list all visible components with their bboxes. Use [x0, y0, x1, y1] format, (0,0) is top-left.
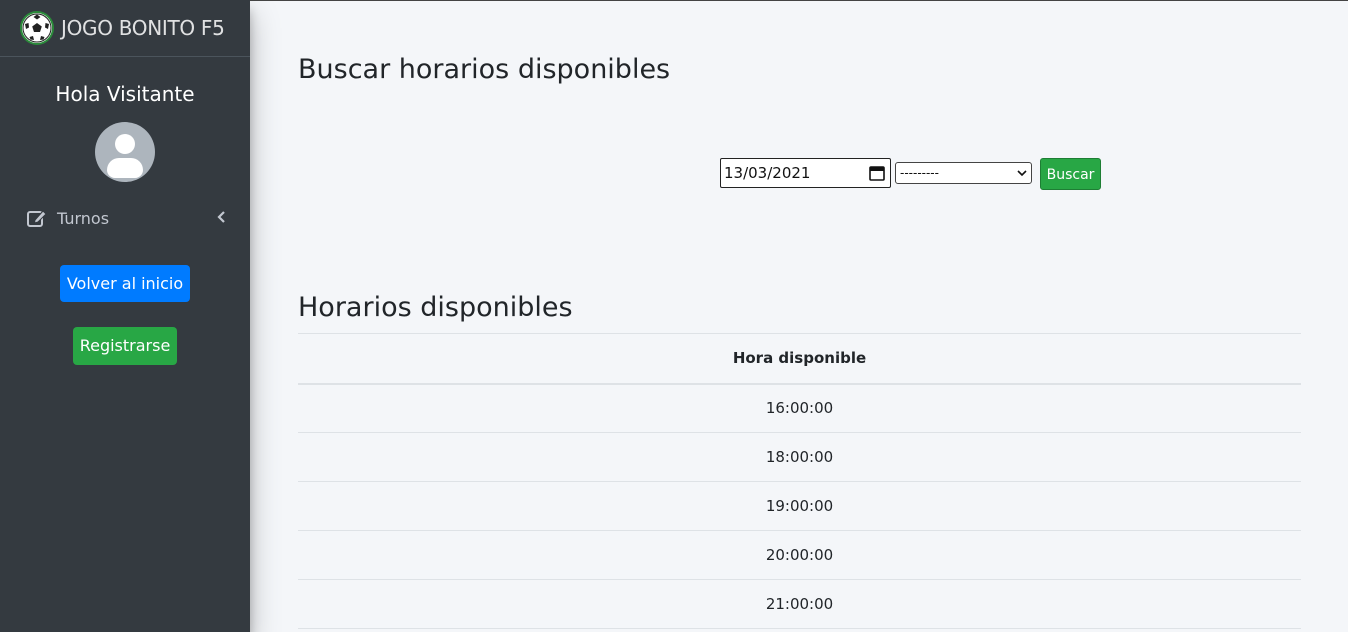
date-value: 13/03/2021 — [724, 164, 811, 182]
sidebar-item-label: Turnos — [57, 208, 110, 228]
horarios-table: Hora disponible 16:00:00 18:00:00 19:00:… — [298, 333, 1301, 629]
edit-icon — [27, 210, 47, 227]
date-input[interactable]: 13/03/2021 — [720, 158, 891, 188]
calendar-icon[interactable] — [869, 165, 885, 181]
table-cell: 20:00:00 — [298, 530, 1301, 580]
main-content: Buscar horarios disponibles 13/03/2021 -… — [250, 0, 1348, 632]
column-header: Hora disponible — [298, 333, 1301, 385]
select-value: --------- — [900, 165, 939, 180]
results-title: Horarios disponibles — [298, 292, 573, 323]
table-cell: 16:00:00 — [298, 383, 1301, 433]
user-avatar-icon — [95, 122, 155, 182]
table-row: 19:00:00 — [298, 481, 1301, 531]
brand-name: JOGO BONITO F5 — [61, 16, 225, 40]
sidebar: JOGO BONITO F5 Hola Visitante Turnos Vol… — [0, 0, 250, 632]
registrarse-button[interactable]: Registrarse — [73, 327, 177, 365]
table-cell: 21:00:00 — [298, 579, 1301, 629]
table-row: 16:00:00 — [298, 383, 1301, 433]
volver-inicio-button[interactable]: Volver al inicio — [60, 265, 190, 302]
table-row: 18:00:00 — [298, 432, 1301, 482]
table-row: 20:00:00 — [298, 530, 1301, 580]
buscar-button[interactable]: Buscar — [1040, 158, 1101, 190]
cancha-select[interactable]: --------- — [895, 162, 1032, 184]
table-cell: 18:00:00 — [298, 432, 1301, 482]
table-header-row: Hora disponible — [298, 333, 1301, 385]
sidebar-item-turnos[interactable]: Turnos — [0, 204, 250, 232]
chevron-left-icon[interactable] — [216, 210, 226, 224]
table-row: 21:00:00 — [298, 579, 1301, 629]
brand-link[interactable]: JOGO BONITO F5 — [0, 0, 250, 57]
table-cell: 19:00:00 — [298, 481, 1301, 531]
chevron-down-icon — [1017, 170, 1027, 177]
greeting: Hola Visitante — [55, 82, 195, 106]
search-title: Buscar horarios disponibles — [298, 54, 671, 85]
soccer-ball-icon — [20, 11, 54, 45]
